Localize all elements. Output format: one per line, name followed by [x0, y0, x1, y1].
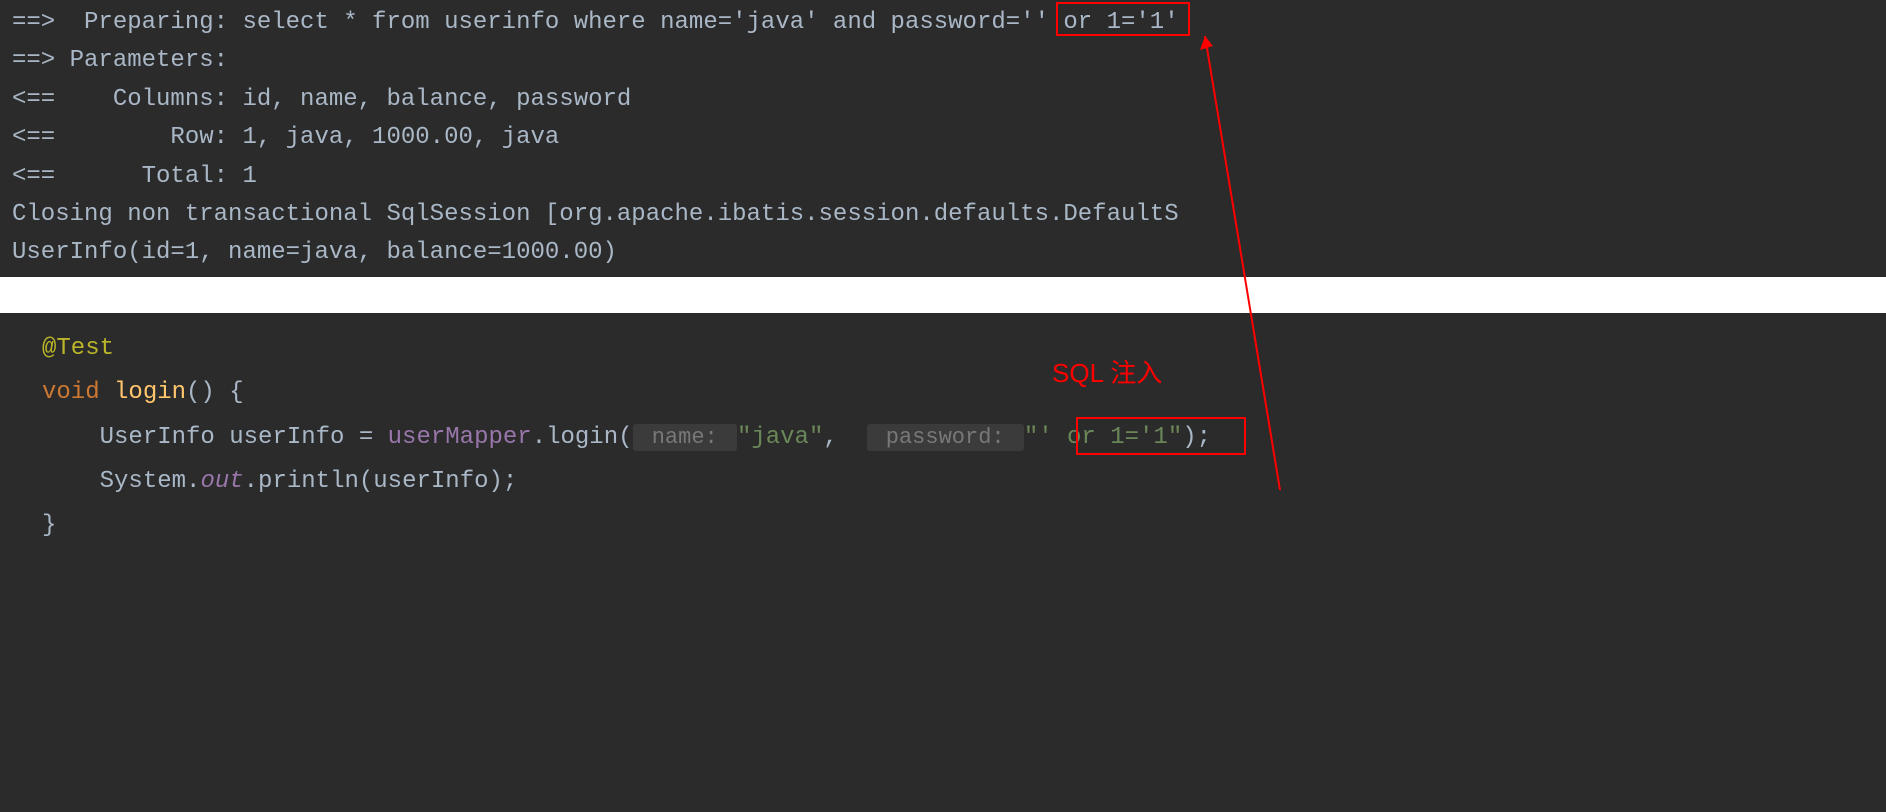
code-line: void login() { — [42, 371, 1886, 415]
method-name: login — [114, 379, 186, 406]
string-literal-injection: "' or 1='1" — [1024, 424, 1182, 451]
string-literal: "java" — [737, 424, 823, 451]
console-line: <== Columns: id, name, balance, password — [12, 81, 1874, 119]
sql-injection-label: SQL 注入 — [1052, 353, 1162, 395]
code-line: System.out.println(userInfo); — [42, 460, 1886, 504]
method-call: .login( — [532, 424, 633, 451]
panel-divider — [0, 277, 1886, 313]
console-line: Closing non transactional SqlSession [or… — [12, 196, 1874, 234]
param-hint-name: name: — [633, 424, 737, 451]
code-editor-panel[interactable]: @Test void login() { UserInfo userInfo =… — [0, 313, 1886, 563]
console-line: <== Row: 1, java, 1000.00, java — [12, 119, 1874, 157]
code-line: @Test — [42, 327, 1886, 371]
console-line: <== Total: 1 — [12, 158, 1874, 196]
system-ref: System. — [100, 468, 201, 495]
console-line: UserInfo(id=1, name=java, balance=1000.0… — [12, 234, 1874, 272]
code-line: UserInfo userInfo = userMapper.login( na… — [42, 416, 1886, 460]
paren-brace: () { — [186, 379, 244, 406]
test-annotation: @Test — [42, 335, 114, 362]
keyword-void: void — [42, 379, 100, 406]
field-ref: userMapper — [388, 424, 532, 451]
code-line: } — [42, 504, 1886, 548]
console-line: ==> Preparing: select * from userinfo wh… — [12, 4, 1874, 42]
closing-brace: } — [42, 512, 56, 539]
param-hint-password: password: — [867, 424, 1024, 451]
console-output-panel: ==> Preparing: select * from userinfo wh… — [0, 0, 1886, 277]
console-line: ==> Parameters: — [12, 42, 1874, 80]
variable-decl: UserInfo userInfo = — [100, 424, 388, 451]
close-paren: ); — [1182, 424, 1211, 451]
println-call: .println(userInfo); — [244, 468, 518, 495]
out-field: out — [200, 468, 243, 495]
